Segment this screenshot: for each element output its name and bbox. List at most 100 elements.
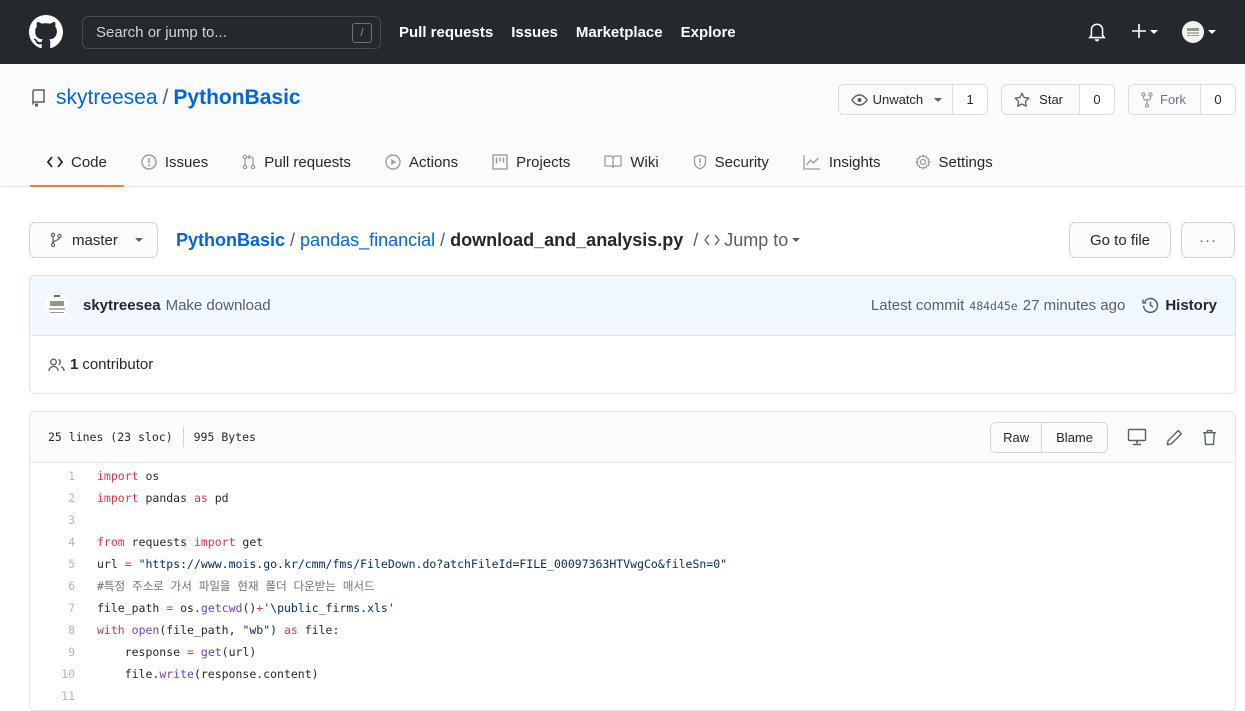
star-button[interactable]: Star: [1002, 85, 1080, 114]
stars-count[interactable]: 0: [1080, 85, 1114, 114]
watchers-count[interactable]: 1: [953, 85, 988, 114]
top-nav-pull-requests[interactable]: Pull requests: [399, 24, 493, 41]
history-label: History: [1165, 297, 1217, 314]
tab-wiki[interactable]: Wiki: [587, 137, 675, 187]
user-avatar: [1182, 21, 1204, 43]
tab-label: Pull requests: [264, 153, 351, 171]
history-link[interactable]: History: [1142, 297, 1217, 314]
watch-button-group: Unwatch 1: [837, 84, 989, 115]
commit-author-link[interactable]: skytreesea: [83, 297, 161, 314]
line-number[interactable]: 11: [30, 689, 75, 703]
trash-icon[interactable]: [1202, 429, 1217, 446]
line-number[interactable]: 4: [30, 535, 75, 549]
branch-select-button[interactable]: master: [29, 222, 158, 258]
line-number[interactable]: 2: [30, 491, 75, 505]
desktop-icon[interactable]: [1127, 428, 1147, 446]
commit-sha-link[interactable]: 484d45e: [969, 299, 1017, 313]
fork-button-group: Fork 0: [1128, 84, 1236, 115]
star-label: Star: [1039, 92, 1063, 107]
line-number[interactable]: 1: [30, 469, 75, 483]
go-to-file-button[interactable]: Go to file: [1069, 222, 1171, 258]
line-content: url = "https://www.mois.go.kr/cmm/fms/Fi…: [97, 557, 728, 571]
fork-button[interactable]: Fork: [1129, 85, 1201, 114]
breadcrumb-separator: /: [290, 229, 296, 250]
line-content: #특정 주소로 가서 파일을 현재 폴더 다운받는 매서드: [97, 579, 375, 593]
breadcrumb: PythonBasic / pandas_financial / downloa…: [176, 229, 801, 251]
blame-button[interactable]: Blame: [1041, 422, 1107, 452]
file-navigation: master PythonBasic / pandas_financial / …: [29, 222, 1235, 258]
code-line: 1 import os: [30, 465, 1235, 487]
raw-button[interactable]: Raw: [991, 422, 1042, 452]
more-options-button[interactable]: ···: [1181, 222, 1235, 258]
tab-actions[interactable]: Actions: [368, 137, 475, 187]
commit-author-avatar[interactable]: [45, 293, 69, 318]
tab-label: Settings: [938, 153, 993, 171]
tab-label: Actions: [408, 153, 459, 171]
star-icon: [1014, 92, 1030, 108]
tab-insights[interactable]: Insights: [786, 137, 898, 187]
branch-icon: [50, 232, 62, 248]
top-nav-explore[interactable]: Explore: [681, 24, 736, 41]
repo-title: skytreesea / PythonBasic: [30, 86, 301, 110]
jump-to-label: Jump to: [724, 229, 789, 250]
book-icon: [604, 155, 622, 169]
commit-message-link[interactable]: Make download: [166, 297, 271, 314]
line-number[interactable]: 5: [30, 557, 75, 571]
tab-label: Code: [71, 153, 107, 171]
notifications-bell-icon[interactable]: [1088, 22, 1106, 42]
tab-label: Projects: [516, 153, 571, 171]
breadcrumb-repo-link[interactable]: PythonBasic: [176, 230, 285, 251]
forks-count[interactable]: 0: [1201, 85, 1235, 114]
repo-header: skytreesea / PythonBasic Unwatch 1 Star …: [0, 64, 1245, 187]
search-shortcut-key: /: [352, 22, 372, 43]
divider: [182, 427, 184, 447]
branch-name: master: [72, 231, 118, 249]
github-logo-icon[interactable]: [29, 14, 65, 50]
plus-icon: [1132, 23, 1146, 41]
repo-name-link[interactable]: PythonBasic: [173, 86, 300, 110]
file-header: 25 lines (23 sloc) 995 Bytes Raw Blame: [30, 412, 1235, 463]
pencil-icon[interactable]: [1166, 429, 1183, 446]
line-number[interactable]: 10: [30, 667, 75, 681]
code-line: 6 #특정 주소로 가서 파일을 현재 폴더 다운받는 매서드: [30, 575, 1235, 597]
tab-code[interactable]: Code: [30, 137, 124, 187]
repo-owner-link[interactable]: skytreesea: [56, 86, 158, 110]
line-content: from requests import get: [97, 535, 264, 549]
tab-label: Insights: [828, 153, 881, 171]
tab-label: Issues: [164, 153, 209, 171]
latest-commit-bar: skytreesea Make download Latest commit 4…: [29, 275, 1236, 336]
history-icon: [1142, 297, 1159, 314]
line-number[interactable]: 8: [30, 623, 75, 637]
top-nav-issues[interactable]: Issues: [511, 24, 558, 41]
tab-security[interactable]: Security: [676, 137, 786, 187]
line-number[interactable]: 6: [30, 579, 75, 593]
code-line: 10 file.write(response.content): [30, 663, 1235, 685]
line-number[interactable]: 3: [30, 513, 75, 527]
tab-settings[interactable]: Settings: [898, 137, 1010, 187]
tab-projects[interactable]: Projects: [475, 137, 587, 187]
top-nav: Pull requests Issues Marketplace Explore: [399, 24, 754, 41]
unwatch-button[interactable]: Unwatch: [839, 85, 954, 114]
line-number[interactable]: 7: [30, 601, 75, 615]
jump-to-dropdown[interactable]: Jump to: [704, 229, 801, 251]
top-nav-marketplace[interactable]: Marketplace: [576, 24, 663, 41]
user-menu-dropdown[interactable]: [1182, 21, 1216, 43]
fork-label: Fork: [1160, 92, 1186, 107]
file-viewer: 25 lines (23 sloc) 995 Bytes Raw Blame 1…: [29, 411, 1236, 711]
code-icon: [704, 234, 721, 246]
tab-issues[interactable]: Issues: [124, 137, 225, 187]
tab-pull-requests[interactable]: Pull requests: [225, 137, 368, 187]
header-right: [1088, 21, 1216, 43]
line-content: with open(file_path, "wb") as file:: [97, 623, 340, 637]
latest-commit-label: Latest commit: [870, 297, 965, 314]
search-placeholder: Search or jump to...: [96, 23, 227, 41]
contributors-link[interactable]: 1 contributor: [65, 356, 153, 373]
line-number[interactable]: 9: [30, 645, 75, 659]
play-icon: [385, 154, 401, 170]
code-line: 2 import pandas as pd: [30, 487, 1235, 509]
search-input[interactable]: Search or jump to... /: [82, 15, 381, 49]
create-new-dropdown[interactable]: [1132, 23, 1158, 41]
breadcrumb-folder-link[interactable]: pandas_financial: [300, 230, 435, 251]
line-content: import os: [97, 469, 160, 483]
unwatch-label: Unwatch: [872, 92, 924, 107]
